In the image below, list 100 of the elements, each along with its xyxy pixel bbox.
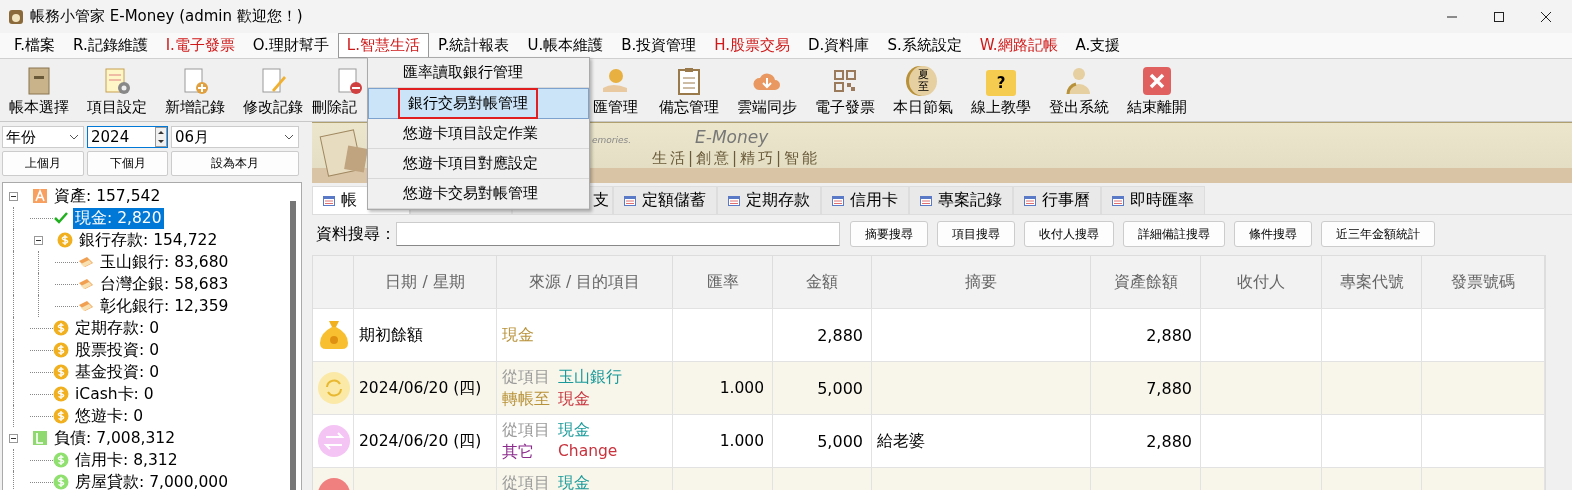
table-icon [1024, 195, 1036, 206]
item-label: 轉帳至 [502, 388, 550, 410]
year-spinner[interactable]: 2024 [87, 126, 168, 148]
menu-item[interactable]: P.統計報表 [428, 33, 519, 58]
menu-option[interactable]: 銀行交易對帳管理 [368, 88, 589, 119]
menu-item[interactable]: U.帳本維護 [518, 33, 613, 58]
tab[interactable]: 行事曆 [1013, 186, 1101, 214]
toolbar-button[interactable]: 結束離開 [1118, 66, 1196, 121]
table-icon [323, 195, 335, 206]
tree-item[interactable]: 股票投資: 0 [73, 339, 161, 361]
menu-item[interactable]: D.資料庫 [799, 33, 879, 58]
tree-item[interactable]: 玉山銀行: 83,680 [98, 251, 231, 273]
menu-item[interactable]: B.投資管理 [612, 33, 706, 58]
toolbar-button[interactable]: 新增記錄 [156, 66, 234, 121]
tagline-text: emories. [592, 135, 632, 145]
chevron-down-icon[interactable] [69, 134, 79, 140]
menu-item[interactable]: O.理財幫手 [243, 33, 338, 58]
table-icon [728, 195, 740, 206]
tab[interactable]: 信用卡 [821, 186, 909, 214]
scrollbar[interactable] [290, 201, 296, 490]
toolbar-button[interactable]: 電子發票 [806, 66, 884, 121]
menu-option[interactable]: 悠遊卡項目對應設定 [368, 149, 589, 179]
collapse-toggle-icon[interactable] [34, 235, 43, 245]
toolbar-button[interactable]: 項目設定 [78, 66, 156, 121]
spin-arrows-icon[interactable] [155, 127, 167, 147]
table-cell: 2024/06/20 (四) [359, 377, 482, 399]
item-label: 現金 [502, 324, 535, 346]
menu-item[interactable]: A.支援 [1066, 33, 1130, 58]
month-nav-button[interactable]: 上個月 [2, 151, 84, 176]
menu-item[interactable]: R.記錄維護 [64, 33, 157, 58]
collapse-toggle-icon[interactable] [9, 433, 18, 443]
card-icon [78, 298, 94, 314]
tab[interactable]: 專案記錄 [909, 186, 1013, 214]
tree-item[interactable]: 彰化銀行: 12,359 [98, 295, 231, 317]
tree-item[interactable]: 信用卡: 8,312 [73, 449, 180, 471]
tab[interactable]: 定額儲蓄 [613, 186, 717, 214]
help-bubble-icon: ? [986, 70, 1016, 96]
menu-item[interactable]: H.股票交易 [705, 33, 800, 58]
search-field[interactable] [396, 222, 840, 246]
dollar-coin-icon [53, 364, 69, 380]
close-icon[interactable] [1540, 10, 1552, 23]
search-label: 資料搜尋： [316, 223, 396, 245]
menu-option[interactable]: 悠遊卡交易對帳管理 [368, 179, 589, 209]
menu-item[interactable]: F.檔案 [5, 33, 64, 58]
menu-item[interactable]: S.系統設定 [878, 33, 971, 58]
collapse-toggle-icon[interactable] [9, 191, 18, 201]
search-button[interactable]: 詳細備註搜尋 [1123, 221, 1225, 247]
search-button[interactable]: 近三年金額統計 [1321, 221, 1435, 247]
table-cell: 5,000 [817, 378, 863, 398]
item-label: 其它 [502, 441, 535, 463]
menu-item[interactable]: I.電子發票 [156, 33, 244, 58]
toolbar-button[interactable]: ? 線上教學 [962, 70, 1040, 121]
table-cell: 2024/06/20 (四) [359, 430, 482, 452]
exchange-arrows-icon [316, 423, 352, 459]
toolbar-button[interactable]: 修改記錄 [234, 66, 312, 121]
toolbar-button[interactable]: 備忘管理 [650, 66, 728, 121]
menu-item[interactable]: L.智慧生活 [337, 33, 429, 58]
menu-option[interactable]: 悠遊卡項目設定作業 [368, 119, 589, 149]
tree-item[interactable]: 悠遊卡: 0 [73, 405, 145, 427]
dollar-coin-icon [53, 342, 69, 358]
month-nav-button[interactable]: 下個月 [87, 151, 168, 176]
table-cell: 1.000 [719, 379, 764, 397]
dollar-coin-icon [53, 408, 69, 424]
toolbar-button[interactable]: 雲端同步 [728, 66, 806, 121]
table-icon [1112, 195, 1124, 206]
toolbar-button[interactable]: 登出系統 [1040, 66, 1118, 121]
maximize-icon[interactable] [1493, 10, 1505, 23]
table-icon [920, 195, 932, 206]
tree-item[interactable]: 定期存款: 0 [73, 317, 161, 339]
menu-item[interactable]: W.網路記帳 [970, 33, 1067, 58]
toolbar-button[interactable]: 帳本選擇 [0, 66, 78, 121]
tree-item[interactable]: 基金投資: 0 [73, 361, 161, 383]
chevron-down-icon[interactable] [284, 134, 294, 140]
dollar-coin-icon [53, 386, 69, 402]
item-label: 現金 [558, 419, 590, 441]
tree-item[interactable]: 台灣企銀: 58,683 [98, 273, 231, 295]
tree-item[interactable]: 房屋貸款: 7,000,000 [73, 471, 231, 490]
search-button[interactable]: 收付人搜尋 [1024, 221, 1114, 247]
toolbar-button[interactable]: 夏至 本日節氣 [884, 66, 962, 121]
item-label: Change [558, 441, 618, 462]
window-title: 帳務小管家 E-Money (admin 歡迎您！) [30, 7, 303, 26]
table-cell: 期初餘額 [359, 324, 423, 346]
tree-item[interactable]: 銀行存款: 154,722 [77, 229, 220, 251]
search-button[interactable]: 項目搜尋 [937, 221, 1015, 247]
tree-item[interactable]: 資產: 157,542 [52, 185, 163, 207]
item-label: 從項目 [502, 419, 550, 441]
period-select[interactable]: 年份 [2, 126, 84, 148]
tree-item[interactable]: 負債: 7,008,312 [52, 427, 178, 449]
month-select[interactable]: 06月 [171, 126, 299, 148]
app-icon [8, 8, 24, 25]
month-nav-button[interactable]: 設為本月 [171, 151, 299, 176]
tree-item[interactable]: iCash卡: 0 [73, 383, 156, 405]
brand-text: E-Money [695, 127, 769, 147]
search-button[interactable]: 摘要搜尋 [850, 221, 928, 247]
tree-item[interactable]: 現金: 2,820 [73, 207, 164, 229]
tab[interactable]: 即時匯率 [1101, 186, 1205, 214]
item-label: 從項目 [502, 366, 550, 388]
tab[interactable]: 定期存款 [717, 186, 821, 214]
table-cell: 2,880 [1146, 431, 1192, 451]
search-button[interactable]: 條件搜尋 [1234, 221, 1312, 247]
